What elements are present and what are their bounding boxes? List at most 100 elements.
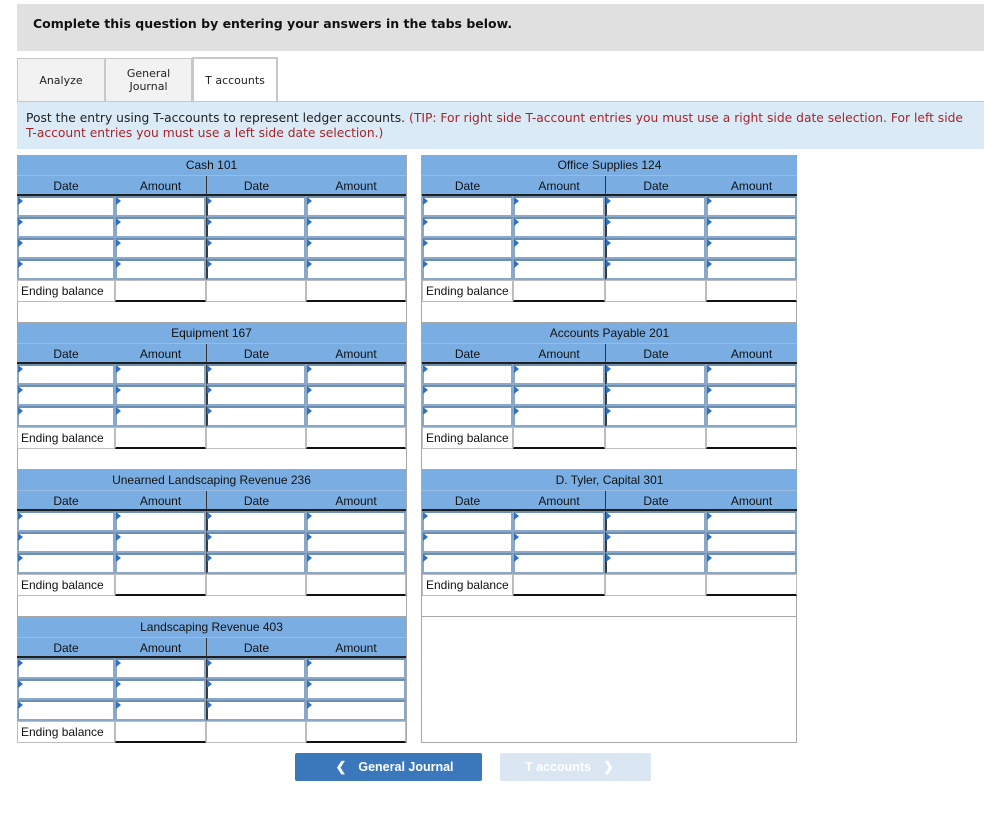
right-date-select[interactable] — [605, 364, 706, 385]
left-date-select[interactable] — [17, 658, 115, 679]
left-date-select[interactable] — [17, 532, 115, 553]
right-amount-input[interactable] — [306, 238, 406, 259]
left-amount-input[interactable] — [115, 658, 206, 679]
left-date-select[interactable] — [17, 511, 115, 532]
left-amount-input[interactable] — [115, 700, 206, 721]
right-date-select[interactable] — [206, 700, 306, 721]
left-date-select[interactable] — [17, 700, 115, 721]
right-amount-input[interactable] — [306, 385, 406, 406]
right-date-select[interactable] — [206, 532, 306, 553]
right-date-select[interactable] — [206, 385, 306, 406]
right-amount-input[interactable] — [706, 553, 797, 574]
next-t-accounts-button[interactable]: T accounts ❯ — [500, 753, 651, 781]
left-amount-input[interactable] — [115, 217, 206, 238]
left-date-select[interactable] — [17, 406, 115, 427]
left-amount-input[interactable] — [115, 364, 206, 385]
right-amount-input[interactable] — [706, 511, 797, 532]
prev-general-journal-button[interactable]: ❮ General Journal — [295, 753, 482, 781]
tab-analyze[interactable]: Analyze — [17, 58, 105, 101]
right-amount-input[interactable] — [706, 364, 797, 385]
right-date-select[interactable] — [206, 658, 306, 679]
right-amount-input[interactable] — [706, 217, 797, 238]
left-amount-input[interactable] — [513, 196, 605, 217]
left-date-select[interactable] — [422, 217, 513, 238]
column-header-date: Date — [206, 176, 306, 196]
left-date-select[interactable] — [422, 259, 513, 280]
left-date-select[interactable] — [422, 364, 513, 385]
left-date-select[interactable] — [17, 196, 115, 217]
right-amount-input[interactable] — [306, 679, 406, 700]
right-amount-input[interactable] — [306, 259, 406, 280]
tab-t-accounts[interactable]: T accounts — [192, 57, 278, 102]
left-date-select[interactable] — [422, 532, 513, 553]
right-date-select[interactable] — [206, 259, 306, 280]
right-amount-input[interactable] — [306, 364, 406, 385]
left-amount-input[interactable] — [115, 385, 206, 406]
left-date-select[interactable] — [422, 406, 513, 427]
left-date-select[interactable] — [17, 553, 115, 574]
left-amount-input[interactable] — [513, 511, 605, 532]
right-date-select[interactable] — [206, 553, 306, 574]
right-amount-input[interactable] — [706, 406, 797, 427]
right-amount-input[interactable] — [706, 259, 797, 280]
right-date-select[interactable] — [206, 364, 306, 385]
right-date-select[interactable] — [206, 511, 306, 532]
right-date-select[interactable] — [605, 511, 706, 532]
right-date-select[interactable] — [206, 238, 306, 259]
right-date-select[interactable] — [605, 406, 706, 427]
left-amount-input[interactable] — [513, 364, 605, 385]
ending-balance-right-amount — [306, 721, 406, 743]
left-date-select[interactable] — [422, 385, 513, 406]
right-amount-input[interactable] — [306, 532, 406, 553]
right-date-select[interactable] — [605, 196, 706, 217]
right-date-select[interactable] — [605, 238, 706, 259]
left-amount-input[interactable] — [115, 511, 206, 532]
right-date-select[interactable] — [206, 196, 306, 217]
left-amount-input[interactable] — [513, 259, 605, 280]
left-date-select[interactable] — [17, 364, 115, 385]
left-amount-input[interactable] — [115, 553, 206, 574]
right-date-select[interactable] — [605, 217, 706, 238]
left-amount-input[interactable] — [115, 532, 206, 553]
left-amount-input[interactable] — [115, 259, 206, 280]
left-date-select[interactable] — [17, 385, 115, 406]
right-amount-input[interactable] — [306, 406, 406, 427]
left-amount-input[interactable] — [513, 406, 605, 427]
left-amount-input[interactable] — [115, 196, 206, 217]
left-amount-input[interactable] — [513, 553, 605, 574]
right-date-select[interactable] — [605, 385, 706, 406]
left-amount-input[interactable] — [115, 406, 206, 427]
right-amount-input[interactable] — [306, 658, 406, 679]
left-amount-input[interactable] — [115, 238, 206, 259]
right-amount-input[interactable] — [706, 385, 797, 406]
left-amount-input[interactable] — [513, 385, 605, 406]
left-date-select[interactable] — [422, 238, 513, 259]
right-date-select[interactable] — [605, 532, 706, 553]
right-date-select[interactable] — [206, 679, 306, 700]
right-amount-input[interactable] — [706, 196, 797, 217]
right-amount-input[interactable] — [306, 511, 406, 532]
right-amount-input[interactable] — [306, 217, 406, 238]
left-date-select[interactable] — [17, 238, 115, 259]
left-amount-input[interactable] — [115, 679, 206, 700]
right-amount-input[interactable] — [706, 532, 797, 553]
left-amount-input[interactable] — [513, 532, 605, 553]
right-date-select[interactable] — [605, 259, 706, 280]
right-amount-input[interactable] — [306, 553, 406, 574]
right-date-select[interactable] — [206, 217, 306, 238]
left-date-select[interactable] — [422, 511, 513, 532]
tab-general-journal[interactable]: General Journal — [105, 58, 192, 101]
left-amount-input[interactable] — [513, 238, 605, 259]
right-amount-input[interactable] — [706, 238, 797, 259]
left-date-select[interactable] — [17, 217, 115, 238]
t-account-title: Equipment 167 — [17, 323, 406, 344]
right-amount-input[interactable] — [306, 700, 406, 721]
right-date-select[interactable] — [206, 406, 306, 427]
right-date-select[interactable] — [605, 553, 706, 574]
left-date-select[interactable] — [422, 196, 513, 217]
left-date-select[interactable] — [422, 553, 513, 574]
left-date-select[interactable] — [17, 679, 115, 700]
right-amount-input[interactable] — [306, 196, 406, 217]
left-date-select[interactable] — [17, 259, 115, 280]
left-amount-input[interactable] — [513, 217, 605, 238]
